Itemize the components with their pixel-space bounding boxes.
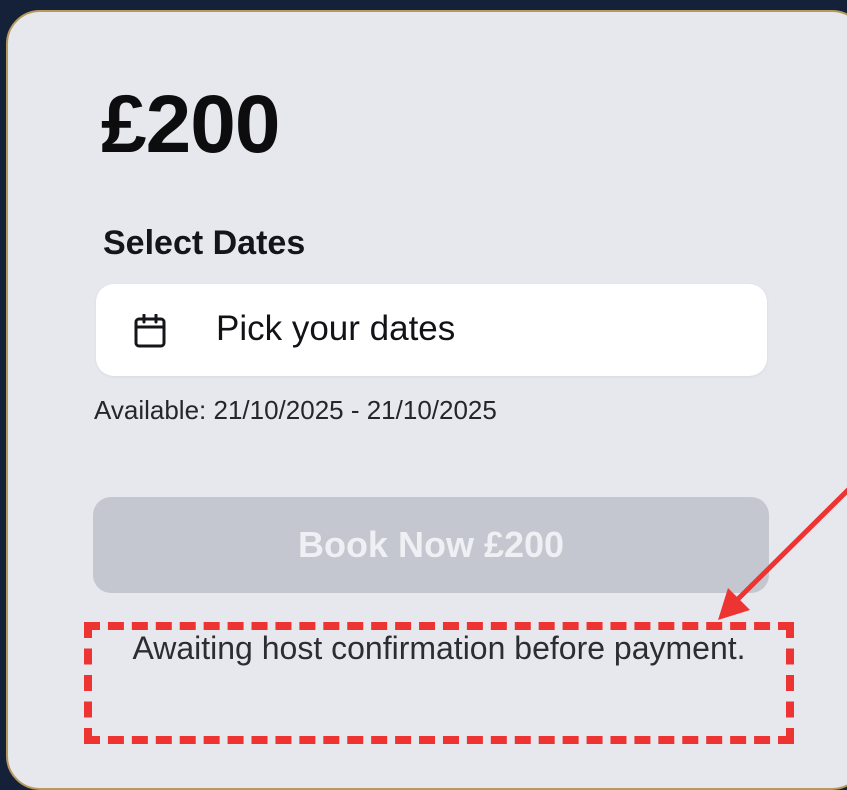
price: £200 [101, 79, 280, 170]
date-picker-label: Pick your dates [216, 309, 456, 348]
calendar-icon [134, 314, 166, 348]
book-now-button[interactable]: Book Now £200 [93, 497, 769, 593]
availability-text: Available: 21/10/2025 - 21/10/2025 [94, 395, 497, 425]
awaiting-confirmation-notice: Awaiting host confirmation before paymen… [132, 630, 746, 666]
select-dates-label: Select Dates [103, 224, 306, 262]
date-picker-button[interactable]: Pick your dates [96, 284, 767, 376]
